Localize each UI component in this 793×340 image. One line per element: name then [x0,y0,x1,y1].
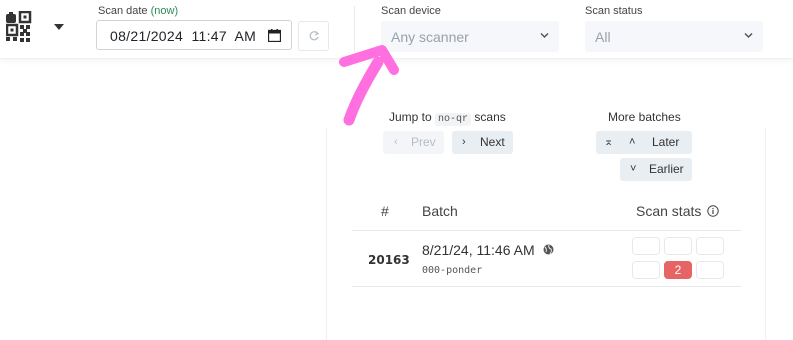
scan-stat-cell[interactable] [664,237,692,255]
more-batches-label: More batches [608,110,681,124]
chevron-right-icon: › [462,136,466,148]
scan-device-label: Scan device [381,5,441,17]
panel-right-border [765,128,766,340]
batch-time: 8/21/24, 11:46 AM [422,242,535,258]
globe-icon [543,244,554,255]
column-header-batch: Batch [422,203,458,219]
jump-to-label: Jump to no-qr scans [389,110,506,126]
scan-status-value: All [595,29,611,45]
scan-stat-cell[interactable] [632,237,660,255]
scan-device-select[interactable]: Any scanner [381,21,559,52]
column-header-number: # [381,203,389,219]
scan-stat-cell[interactable] [632,261,660,279]
scan-stat-cell[interactable] [696,237,724,255]
next-button[interactable]: › Next [452,131,513,154]
no-qr-code: no-qr [435,113,472,126]
scan-stat-cell[interactable] [696,261,724,279]
chevron-up-icon: ˄ [629,136,636,148]
error-count-badge[interactable]: 2 [664,261,692,279]
info-icon[interactable] [707,205,719,217]
scan-status-select[interactable]: All [585,21,763,52]
later-button[interactable]: ⌅ ˄ Later [596,131,692,154]
qr-code-logo-icon[interactable] [6,11,40,45]
chevron-down-icon [744,32,753,39]
chevron-down-icon: ˅ [630,163,637,175]
table-row-divider [352,286,741,287]
scan-date-label: Scan date (now) [98,5,179,17]
panel-left-border [326,128,327,340]
chevron-down-icon [540,32,549,39]
now-link[interactable]: (now) [151,5,179,17]
batch-device: 000-ponder [422,265,483,276]
scan-date-value: 08/21/2024 11:47 AM [110,28,257,44]
double-chevron-up-icon: ⌅ [604,136,614,148]
refresh-icon [309,31,320,41]
table-header-divider [352,230,741,231]
column-header-scan-stats: Scan stats [636,203,702,219]
scan-date-input[interactable]: 08/21/2024 11:47 AM [96,20,292,50]
logo-dropdown-caret-icon[interactable] [54,24,64,30]
chevron-left-icon: ‹ [394,136,398,148]
prev-button[interactable]: ‹ Prev [383,131,444,154]
earlier-button[interactable]: ˅ Earlier [620,158,692,181]
refresh-button[interactable] [298,21,329,51]
scan-status-label: Scan status [585,5,643,17]
batch-id[interactable]: 20163 [368,253,410,267]
calendar-icon[interactable] [268,29,281,42]
